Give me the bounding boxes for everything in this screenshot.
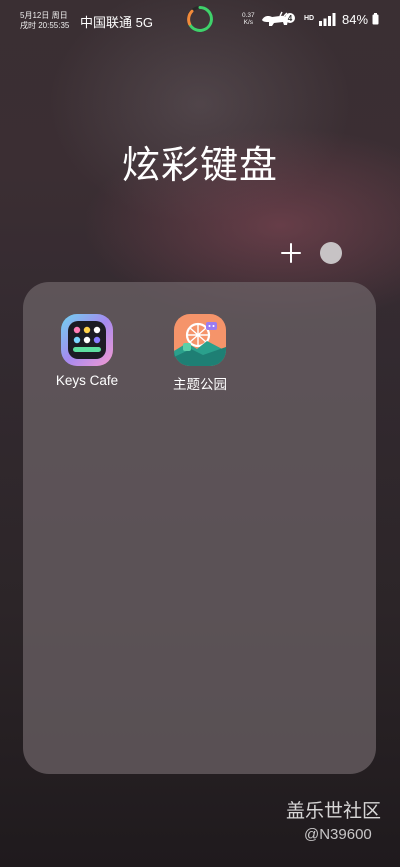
app-label-theme-park: 主题公园 [173,377,227,392]
net-speed: 0.37 K/s [242,12,255,26]
activity-ring-icon [187,6,213,32]
svg-text:4: 4 [288,14,293,23]
theme-park-icon [174,314,226,366]
battery-percent: 84% [342,12,369,27]
folder-color-dot[interactable] [320,242,342,264]
app-theme-park[interactable]: 主题公园 [155,313,245,393]
status-bar: 5月12日 周日 戌时 20:55:35 中国联通 5G 0.37 K/s 4 … [0,0,400,40]
carrier-label: 中国联通 5G [80,15,153,30]
keys-cafe-icon [61,314,113,366]
net-speed-value: 0.37 [242,12,255,19]
battery-icon [372,13,379,25]
status-time: 戌时 20:55:35 [20,21,70,30]
app-label-keys-cafe: Keys Cafe [55,373,119,388]
add-app-button[interactable] [280,242,302,264]
folder-title[interactable]: 炫彩键盘 [0,134,400,189]
watermark-user: @N39600 [304,826,372,843]
signal-icon [319,13,336,26]
watermark-title: 盖乐世社区 [286,800,382,822]
bull-icon: 4 [262,11,295,26]
hd-badge: HD [304,15,315,22]
net-speed-unit: K/s [243,19,254,26]
status-date-time: 5月12日 周日 戌时 20:55:35 [20,11,69,31]
app-keys-cafe[interactable]: Keys Cafe [42,313,132,388]
status-date: 5月12日 周日 [20,11,68,20]
